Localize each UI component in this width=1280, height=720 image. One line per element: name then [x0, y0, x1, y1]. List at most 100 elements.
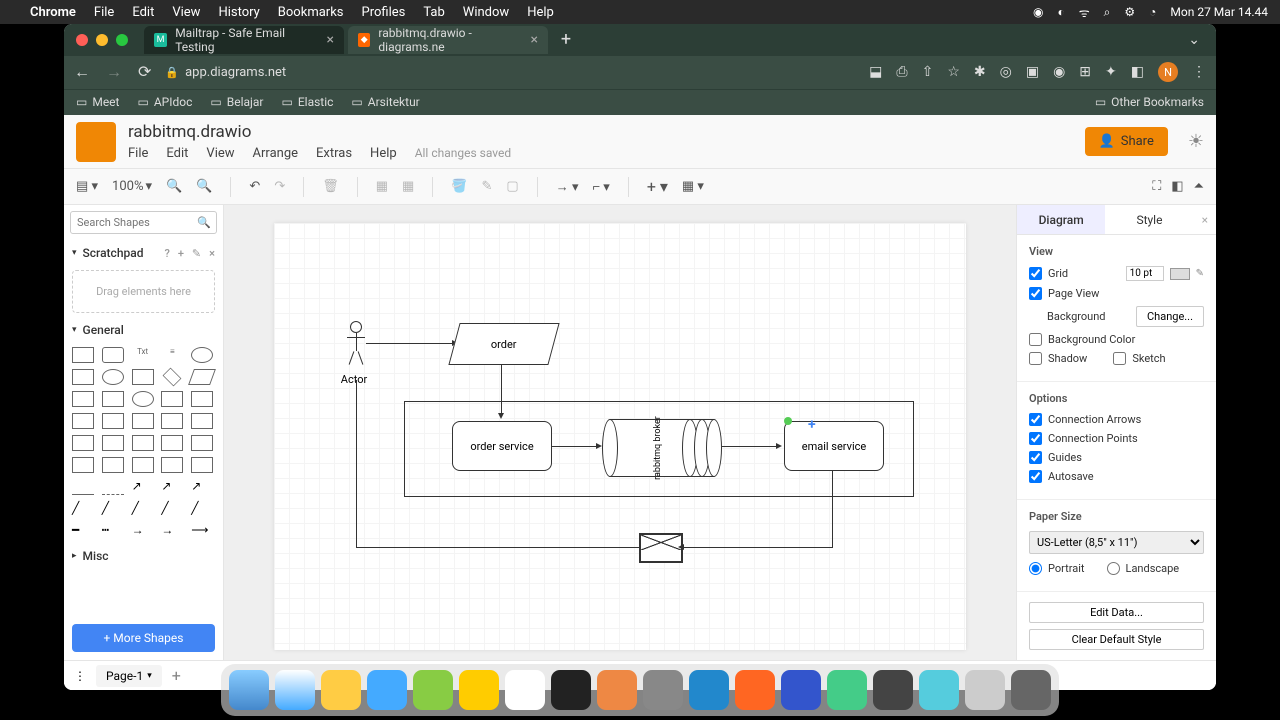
zoom-out-icon[interactable]: 🔍	[196, 179, 212, 194]
siri-icon[interactable]: ◔	[1149, 5, 1156, 19]
shape[interactable]: →	[132, 523, 154, 539]
help-icon[interactable]: ?	[164, 247, 169, 260]
tabs-overflow-icon[interactable]: ⌄	[1180, 32, 1208, 48]
ext-icon[interactable]: ◎	[1000, 64, 1012, 80]
minimize-window[interactable]	[96, 34, 108, 46]
shape[interactable]	[72, 369, 94, 385]
theme-toggle-icon[interactable]: ☀	[1188, 131, 1204, 152]
shape[interactable]	[191, 435, 213, 451]
url-field[interactable]: 🔒 app.diagrams.net	[165, 65, 855, 80]
dock-finder-icon[interactable]	[229, 670, 269, 710]
node-broker[interactable]: rabbitmq broker	[602, 419, 722, 477]
shadow-icon[interactable]: ▢	[506, 179, 518, 194]
add-icon[interactable]: +	[178, 247, 184, 260]
edge[interactable]	[552, 446, 598, 447]
dock-downloads-icon[interactable]	[965, 670, 1005, 710]
control-center-icon[interactable]: ⚙	[1124, 5, 1135, 19]
zoom-in-icon[interactable]: 🔍	[166, 179, 182, 194]
profile-avatar[interactable]: N	[1158, 62, 1178, 82]
zoom-select[interactable]: 100% ▾	[112, 179, 152, 194]
shape[interactable]: ↗	[161, 479, 183, 495]
shape[interactable]: ╱	[161, 501, 183, 517]
shape[interactable]: ╱	[132, 501, 154, 517]
shape[interactable]	[132, 413, 154, 429]
shape[interactable]: ↗	[132, 479, 154, 495]
connection-handle[interactable]	[784, 417, 792, 425]
dock-app-icon[interactable]	[689, 670, 729, 710]
envelope-icon[interactable]	[639, 533, 683, 563]
shape[interactable]	[132, 391, 154, 407]
app-menu-help[interactable]: Help	[370, 146, 397, 161]
new-tab-button[interactable]: +	[552, 26, 580, 54]
collapse-icon[interactable]: ⏶	[1194, 179, 1204, 194]
clear-style-button[interactable]: Clear Default Style	[1029, 629, 1204, 650]
add-page-icon[interactable]: +	[172, 666, 181, 685]
close-icon[interactable]: ×	[209, 247, 215, 260]
bookmark-apidoc[interactable]: ▭ APIdoc	[137, 95, 192, 109]
dock-postman-icon[interactable]	[735, 670, 775, 710]
waypoint-icon[interactable]: ⌐ ▾	[592, 179, 609, 195]
search-icon[interactable]: ⌕	[1104, 5, 1111, 20]
clock[interactable]: Mon 27 Mar 14.44	[1170, 5, 1268, 19]
wifi-icon[interactable]: ᯤ	[1079, 4, 1090, 21]
menu-file[interactable]: File	[94, 5, 114, 20]
shape-text[interactable]: Txt	[132, 347, 154, 363]
shape[interactable]: ↗	[191, 479, 213, 495]
bookmark-belajar[interactable]: ▭ Belajar	[210, 95, 263, 109]
conn-arrows-checkbox[interactable]	[1029, 413, 1042, 426]
tab-style[interactable]: Style	[1105, 205, 1193, 234]
shape[interactable]	[191, 457, 213, 473]
search-icon[interactable]: 🔍	[197, 216, 211, 229]
dock-trash-icon[interactable]	[1011, 670, 1051, 710]
menu-tab[interactable]: Tab	[423, 5, 444, 20]
to-front-icon[interactable]: ▦	[376, 179, 388, 194]
shape[interactable]	[161, 435, 183, 451]
dock-settings-icon[interactable]	[643, 670, 683, 710]
battery-icon[interactable]: ◐	[1057, 5, 1064, 19]
pageview-checkbox[interactable]	[1029, 287, 1042, 300]
dock-mail-icon[interactable]	[367, 670, 407, 710]
menu-view[interactable]: View	[172, 5, 200, 20]
connection-icon[interactable]: → ▾	[556, 179, 579, 195]
conn-points-checkbox[interactable]	[1029, 432, 1042, 445]
edge[interactable]	[683, 547, 833, 548]
misc-header[interactable]: ▸Misc	[64, 543, 223, 569]
dock-vscode-icon[interactable]	[781, 670, 821, 710]
record-icon[interactable]: ◉	[1033, 5, 1043, 19]
bookmark-elastic[interactable]: ▭ Elastic	[281, 95, 333, 109]
shape[interactable]	[102, 369, 124, 385]
line-icon[interactable]: ✎	[482, 179, 493, 194]
app-menu-view[interactable]: View	[206, 146, 234, 161]
search-shapes-input[interactable]	[70, 211, 217, 234]
forward-icon[interactable]: →	[106, 62, 122, 82]
sidepanel-icon[interactable]: ◧	[1131, 64, 1144, 80]
bookmark-arsitektur[interactable]: ▭ Arsitektur	[351, 95, 419, 109]
node-email-service[interactable]: email service	[784, 421, 884, 471]
star-icon[interactable]: ☆	[947, 64, 960, 80]
plus-handle-icon[interactable]: +	[808, 417, 816, 433]
shape-textbox[interactable]: ≡	[161, 347, 183, 363]
shape[interactable]: ╱	[72, 501, 94, 517]
edge[interactable]	[722, 446, 778, 447]
dock-launchpad-icon[interactable]	[597, 670, 637, 710]
other-bookmarks[interactable]: ▭ Other Bookmarks	[1095, 95, 1204, 109]
menu-help[interactable]: Help	[527, 5, 554, 20]
dock-photos-icon[interactable]	[413, 670, 453, 710]
dock-app-icon[interactable]	[873, 670, 913, 710]
portrait-radio[interactable]	[1029, 562, 1042, 575]
menu-profiles[interactable]: Profiles	[362, 5, 406, 20]
page-view-icon[interactable]: ▤ ▾	[76, 179, 98, 194]
close-panel-icon[interactable]: ×	[1194, 205, 1216, 234]
edge[interactable]	[366, 343, 454, 344]
change-bg-button[interactable]: Change...	[1136, 306, 1204, 327]
menu-bookmarks[interactable]: Bookmarks	[278, 5, 344, 20]
tab-diagram[interactable]: Diagram	[1017, 205, 1105, 234]
tab-mailtrap[interactable]: M Mailtrap - Safe Email Testing ×	[144, 26, 344, 54]
app-menu-edit[interactable]: Edit	[166, 146, 188, 161]
undo-icon[interactable]: ↶	[249, 179, 260, 194]
app-menu-extras[interactable]: Extras	[316, 146, 352, 161]
shape[interactable]	[191, 391, 213, 407]
pages-menu-icon[interactable]: ⋮	[74, 669, 86, 683]
ext-icon[interactable]: ◉	[1053, 64, 1065, 80]
shape[interactable]	[72, 457, 94, 473]
